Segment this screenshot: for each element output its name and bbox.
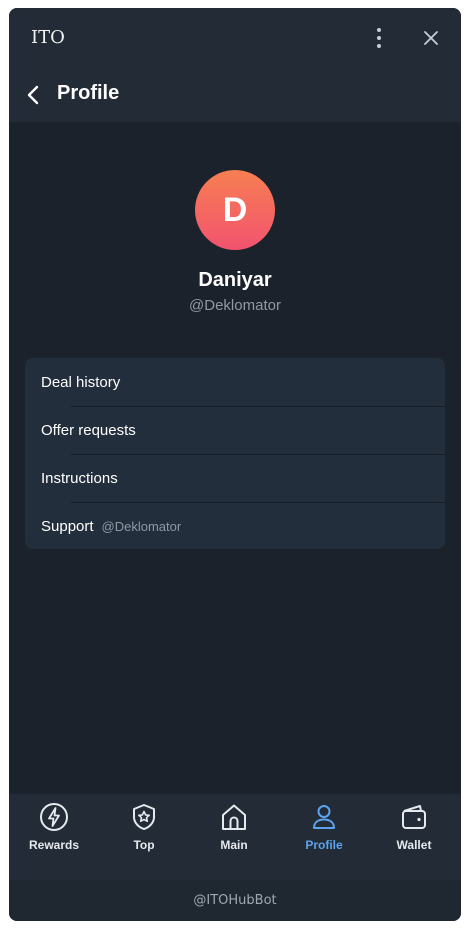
avatar-letter: D [222,190,248,229]
tab-profile[interactable]: Profile [279,794,369,880]
page-header: Profile [9,68,461,122]
tab-label: Main [220,838,248,852]
wallet-icon [402,805,426,829]
menu-item-label: Deal history [41,373,121,391]
menu-item-label: Instructions [41,469,118,487]
menu-item-instructions[interactable]: Instructions [25,454,445,502]
star-badge-icon [133,804,155,830]
bot-footer: @ITOHubBot [9,880,461,921]
menu-item-label: Offer requests [41,421,136,439]
back-arrow-icon[interactable] [21,82,47,108]
lightning-icon [40,803,68,831]
user-icon [313,805,335,829]
tab-label: Profile [305,838,343,852]
page-title: Profile [57,82,120,104]
menu-item-deal-history[interactable]: Deal history [25,358,445,406]
user-name: Daniyar [198,269,272,291]
tab-label: Rewards [28,838,80,852]
title-bar: ITO [9,8,461,68]
menu-item-label: Support [41,517,94,535]
user-handle: @Deklomator [189,297,281,314]
app-title: ITO [31,27,65,48]
menu-item-support[interactable]: Support @Deklomator [25,502,445,549]
menu-item-offer-requests[interactable]: Offer requests [25,406,445,454]
tab-label: Wallet [396,838,432,852]
bottom-tab-bar: Rewards Top Main Profile Wallet [9,794,461,880]
tab-label: Top [133,838,155,852]
close-icon[interactable] [421,28,441,48]
home-icon [222,804,246,830]
bot-name: @ITOHubBot [193,893,277,908]
profile-menu: Deal history Offer requests Instructions… [25,358,445,549]
more-options-icon[interactable] [371,28,387,48]
support-handle: @Deklomator [101,518,182,534]
tab-main[interactable]: Main [189,794,279,880]
tab-top[interactable]: Top [99,794,189,880]
tab-wallet[interactable]: Wallet [369,794,459,880]
tab-rewards[interactable]: Rewards [9,794,99,880]
avatar: D [195,170,275,250]
app-window: ITO Profile D Daniyar @Deklomator Deal h… [9,8,461,921]
